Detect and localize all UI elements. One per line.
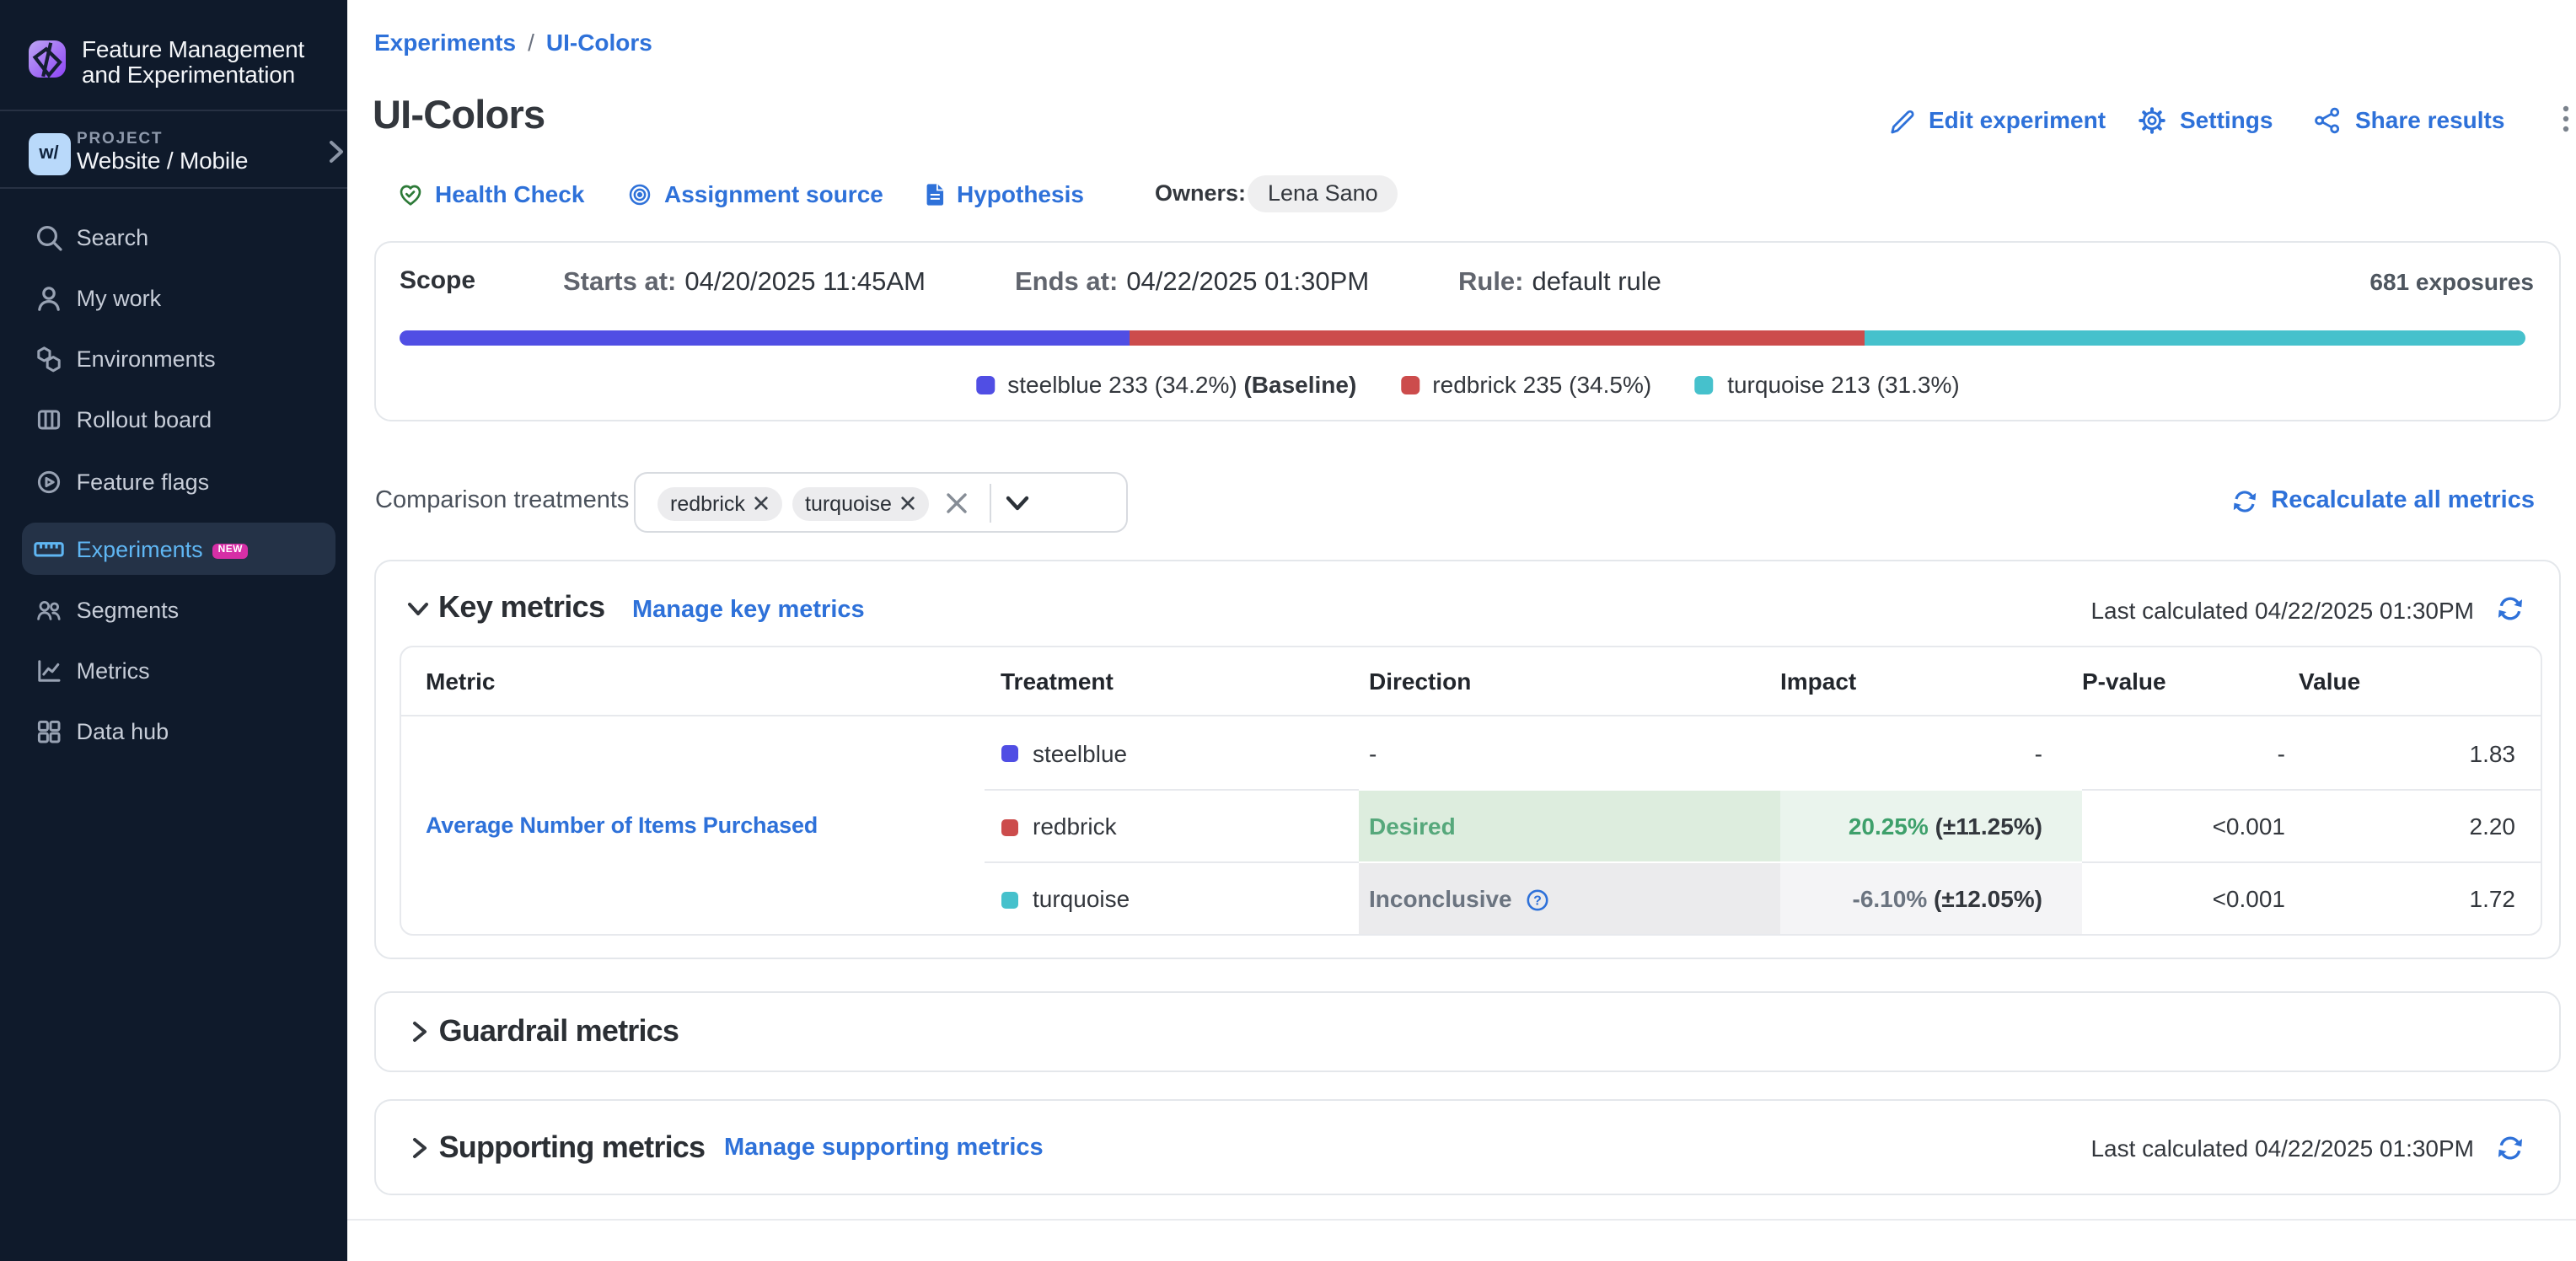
- svg-text:?: ?: [1533, 893, 1542, 908]
